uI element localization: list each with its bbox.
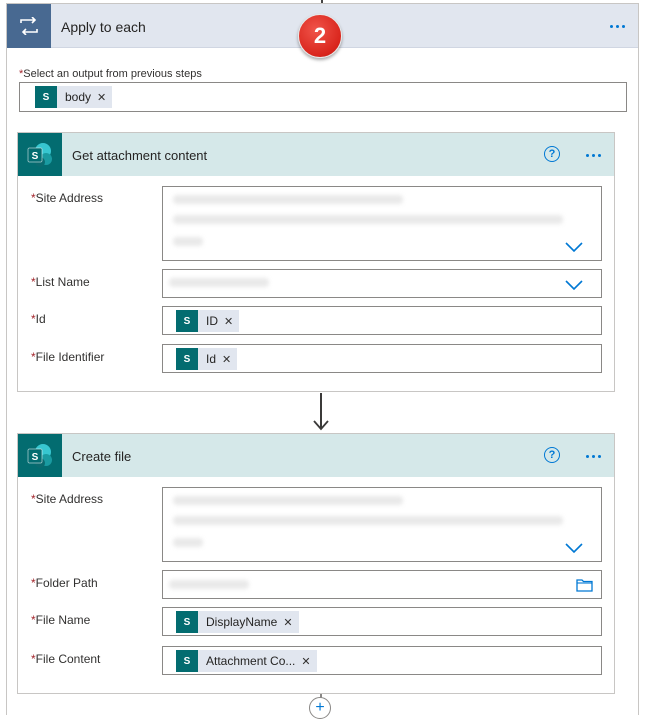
body-token-label: body — [65, 90, 92, 104]
file-identifier-field[interactable]: S Id ✕ — [162, 344, 602, 373]
file-name-label: *File Name — [31, 613, 91, 627]
file-content-label: *File Content — [31, 652, 101, 666]
get-attachment-content-title: Get attachment content — [72, 148, 208, 163]
blurred-value — [173, 516, 563, 525]
chevron-down-icon[interactable] — [565, 242, 583, 253]
loop-icon — [7, 4, 51, 48]
blurred-value — [173, 195, 403, 204]
file-content-field[interactable]: S Attachment Co... ✕ — [162, 646, 602, 675]
display-name-token[interactable]: S DisplayName ✕ — [176, 611, 299, 633]
id-token-label: ID — [206, 314, 218, 328]
create-file-card: S Create file ? *Site Address *Folder Pa… — [17, 433, 615, 694]
help-icon[interactable]: ? — [544, 447, 560, 463]
sharepoint-icon: S — [35, 86, 57, 108]
sharepoint-icon: S — [176, 650, 198, 672]
site-address-field[interactable] — [162, 186, 602, 261]
sharepoint-icon: S — [176, 611, 198, 633]
apply-to-each-more-icon[interactable] — [603, 15, 631, 37]
file-identifier-label: *File Identifier — [31, 350, 105, 364]
svg-text:S: S — [32, 151, 39, 162]
close-icon[interactable]: ✕ — [222, 353, 231, 366]
close-icon[interactable]: ✕ — [97, 91, 106, 104]
close-icon[interactable]: ✕ — [224, 315, 233, 328]
sharepoint-icon: S — [176, 310, 198, 332]
body-token[interactable]: S body ✕ — [35, 86, 113, 108]
blurred-value — [173, 538, 203, 547]
close-icon[interactable]: ✕ — [283, 616, 292, 629]
create-file-more-icon[interactable] — [579, 445, 607, 467]
svg-text:S: S — [32, 452, 39, 463]
blurred-value — [169, 278, 269, 287]
blurred-value — [169, 580, 249, 589]
arrow-down-icon — [313, 420, 329, 431]
attachment-content-token-label: Attachment Co... — [206, 654, 296, 668]
create-file-title: Create file — [72, 449, 132, 464]
close-icon[interactable]: ✕ — [301, 655, 310, 668]
help-icon[interactable]: ? — [544, 146, 560, 162]
site-address-label: *Site Address — [31, 191, 104, 205]
file-name-field[interactable]: S DisplayName ✕ — [162, 607, 602, 636]
get-attachment-more-icon[interactable] — [579, 144, 607, 166]
attachment-content-token[interactable]: S Attachment Co... ✕ — [176, 650, 317, 672]
select-output-label: *Select an output from previous steps — [19, 68, 202, 80]
sharepoint-icon: S — [18, 434, 62, 477]
display-name-token-label: DisplayName — [206, 615, 278, 629]
sharepoint-icon: S — [18, 133, 62, 176]
sharepoint-icon: S — [176, 348, 198, 370]
site-address-field[interactable] — [162, 487, 602, 562]
get-attachment-content-card: S Get attachment content ? *Site Address… — [17, 132, 615, 392]
chevron-down-icon[interactable] — [565, 280, 583, 291]
id-label: *Id — [31, 312, 46, 326]
file-identifier-token-label: Id — [206, 352, 217, 366]
folder-icon[interactable] — [576, 578, 593, 592]
site-address-label: *Site Address — [31, 492, 104, 506]
blurred-value — [173, 215, 563, 224]
blurred-value — [173, 237, 203, 246]
list-name-field[interactable] — [162, 269, 602, 298]
folder-path-field[interactable] — [162, 570, 602, 599]
blurred-value — [173, 496, 403, 505]
chevron-down-icon[interactable] — [565, 543, 583, 554]
file-identifier-token[interactable]: S Id ✕ — [176, 348, 238, 370]
select-output-input[interactable]: S body ✕ — [19, 82, 627, 112]
apply-to-each-title: Apply to each — [61, 19, 146, 35]
create-file-header[interactable]: S Create file ? — [18, 434, 614, 477]
id-field[interactable]: S ID ✕ — [162, 306, 602, 335]
step-badge: 2 — [298, 14, 342, 58]
plus-icon[interactable]: + — [309, 697, 331, 719]
folder-path-label: *Folder Path — [31, 576, 98, 590]
get-attachment-content-header[interactable]: S Get attachment content ? — [18, 133, 614, 176]
id-token[interactable]: S ID ✕ — [176, 310, 240, 332]
list-name-label: *List Name — [31, 275, 90, 289]
